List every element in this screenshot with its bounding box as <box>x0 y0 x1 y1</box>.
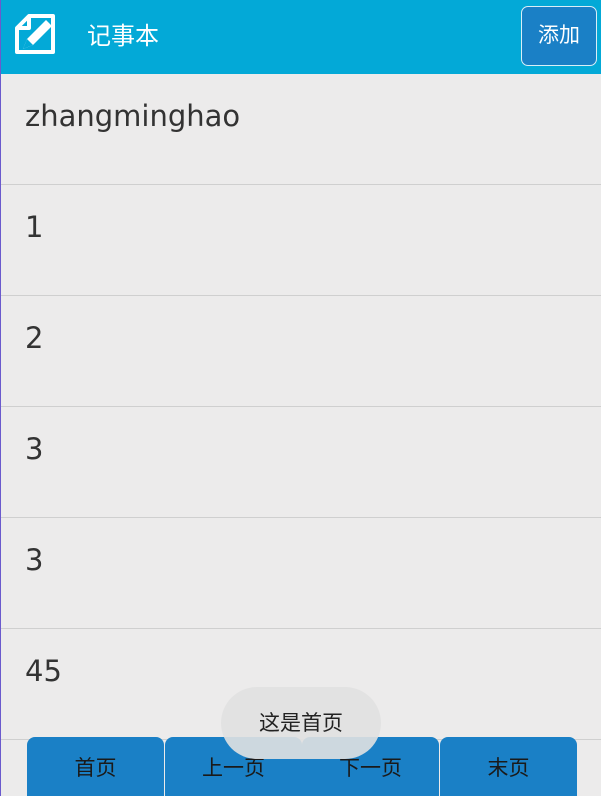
app-title: 记事本 <box>87 22 159 50</box>
toast-message: 这是首页 <box>221 687 381 759</box>
list-item-label: zhangminghao <box>25 99 241 133</box>
list-item[interactable]: zhangminghao <box>1 74 601 185</box>
list-item-label: 45 <box>25 654 62 688</box>
list-item[interactable]: 3 <box>1 407 601 518</box>
notepad-screen: 记事本 添加 zhangminghao 1 2 3 3 45 首页 上一页 下一… <box>0 0 601 796</box>
list-item-label: 2 <box>25 321 44 355</box>
list-item-label: 3 <box>25 432 44 466</box>
last-page-button[interactable]: 末页 <box>440 737 577 796</box>
list-item-label: 3 <box>25 543 44 577</box>
list-item-label: 1 <box>25 210 44 244</box>
list-item[interactable]: 1 <box>1 185 601 296</box>
list-item[interactable]: 2 <box>1 296 601 407</box>
app-bar: 记事本 添加 <box>1 0 601 74</box>
notepad-edit-icon <box>13 12 59 58</box>
add-button[interactable]: 添加 <box>521 6 597 66</box>
first-page-button[interactable]: 首页 <box>27 737 164 796</box>
note-list: zhangminghao 1 2 3 3 45 <box>1 74 601 740</box>
list-item[interactable]: 3 <box>1 518 601 629</box>
